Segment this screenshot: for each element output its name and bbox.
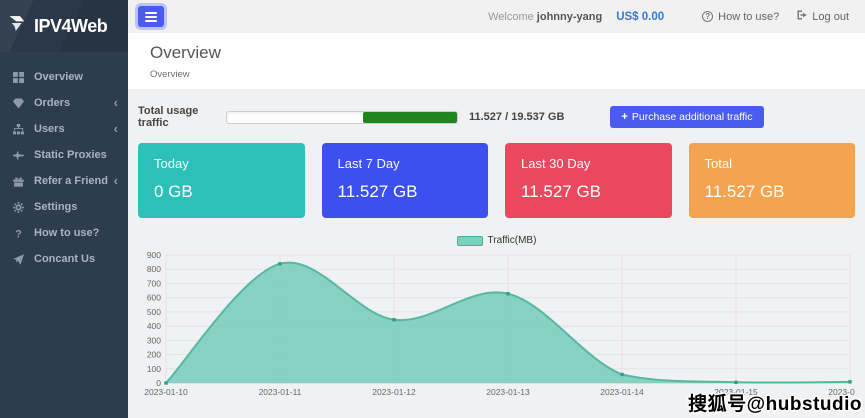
svg-text:500: 500 [147, 307, 161, 317]
chart-legend: Traffic(MB) [128, 235, 865, 246]
stat-cards: Today 0 GB Last 7 Day 11.527 GB Last 30 … [128, 129, 865, 218]
brand-logo[interactable]: IPV4Web [0, 0, 128, 52]
sidebar-item-overview[interactable]: Overview [0, 64, 128, 90]
purchase-traffic-button[interactable]: + Purchase additional traffic [610, 106, 763, 128]
question-icon: ? [13, 227, 26, 239]
usage-progress-bar [226, 111, 458, 124]
breadcrumb[interactable]: Overview [150, 69, 865, 80]
usage-progress-fill [363, 112, 457, 123]
svg-text:900: 900 [147, 250, 161, 260]
svg-text:?: ? [15, 228, 22, 238]
stat-card-today: Today 0 GB [138, 143, 305, 218]
topbar: Welcome johnny-yang US$ 0.00 ? How to us… [128, 0, 865, 33]
gem-icon [13, 97, 26, 109]
chevron-left-icon: ‹ [114, 98, 118, 108]
stat-card-last-30-day: Last 30 Day 11.527 GB [505, 143, 672, 218]
page-header: Overview Overview [128, 33, 865, 90]
jet-icon [13, 149, 26, 161]
usage-value: 11.527 / 19.537 GB [469, 111, 564, 123]
svg-text:2023-01-10: 2023-01-10 [144, 387, 188, 397]
sitemap-icon [13, 123, 26, 135]
sidebar-item-refer-a-friend[interactable]: Refer a Friend‹ [0, 168, 128, 194]
question-circle-icon: ? [702, 11, 713, 22]
svg-text:2023-01-13: 2023-01-13 [486, 387, 530, 397]
send-icon [13, 253, 26, 265]
legend-swatch[interactable] [457, 236, 483, 246]
sidebar-item-contact-us[interactable]: Concant Us [0, 246, 128, 272]
stat-card-last-7-day: Last 7 Day 11.527 GB [322, 143, 489, 218]
svg-text:300: 300 [147, 335, 161, 345]
svg-text:200: 200 [147, 350, 161, 360]
how-to-use-link[interactable]: ? How to use? [702, 11, 779, 23]
welcome-text: Welcome johnny-yang [488, 11, 602, 23]
username: johnny-yang [537, 11, 602, 23]
gear-icon [13, 201, 26, 213]
logout-link[interactable]: Log out [797, 10, 849, 23]
usage-traffic-row: Total usage traffic 11.527 / 19.537 GB +… [128, 90, 865, 129]
watermark: 搜狐号@hubstudio [688, 389, 862, 416]
sidebar-item-users[interactable]: Users‹ [0, 116, 128, 142]
sidebar: IPV4Web OverviewOrders‹Users‹Static Prox… [0, 0, 128, 418]
sidebar-item-static-proxies[interactable]: Static Proxies [0, 142, 128, 168]
sidebar-menu: OverviewOrders‹Users‹Static ProxiesRefer… [0, 52, 128, 272]
main-area: Welcome johnny-yang US$ 0.00 ? How to us… [128, 0, 865, 418]
legend-label: Traffic(MB) [488, 235, 537, 246]
svg-text:600: 600 [147, 293, 161, 303]
sign-out-icon [797, 10, 807, 23]
grid-icon [13, 71, 26, 83]
svg-text:2023-01-14: 2023-01-14 [600, 387, 644, 397]
plus-icon: + [621, 111, 627, 123]
balance-link[interactable]: US$ 0.00 [616, 11, 664, 23]
sidebar-item-orders[interactable]: Orders‹ [0, 90, 128, 116]
brand-logo-icon [9, 15, 30, 37]
svg-text:100: 100 [147, 364, 161, 374]
svg-text:2023-01-12: 2023-01-12 [372, 387, 416, 397]
chevron-left-icon: ‹ [114, 124, 118, 134]
svg-text:800: 800 [147, 264, 161, 274]
gift-icon [13, 175, 26, 187]
sidebar-toggle-button[interactable] [138, 6, 164, 27]
svg-text:2023-01-11: 2023-01-11 [259, 387, 302, 397]
brand-name: IPV4Web [34, 16, 107, 37]
sidebar-item-how-to-use[interactable]: ?How to use? [0, 220, 128, 246]
sidebar-item-settings[interactable]: Settings [0, 194, 128, 220]
topbar-right: Welcome johnny-yang US$ 0.00 ? How to us… [488, 10, 849, 23]
stat-card-total: Total 11.527 GB [689, 143, 856, 218]
svg-text:700: 700 [147, 278, 161, 288]
svg-text:400: 400 [147, 321, 161, 331]
usage-traffic-label: Total usage traffic [138, 105, 226, 129]
page-title: Overview [150, 43, 865, 63]
chevron-left-icon: ‹ [114, 176, 118, 186]
